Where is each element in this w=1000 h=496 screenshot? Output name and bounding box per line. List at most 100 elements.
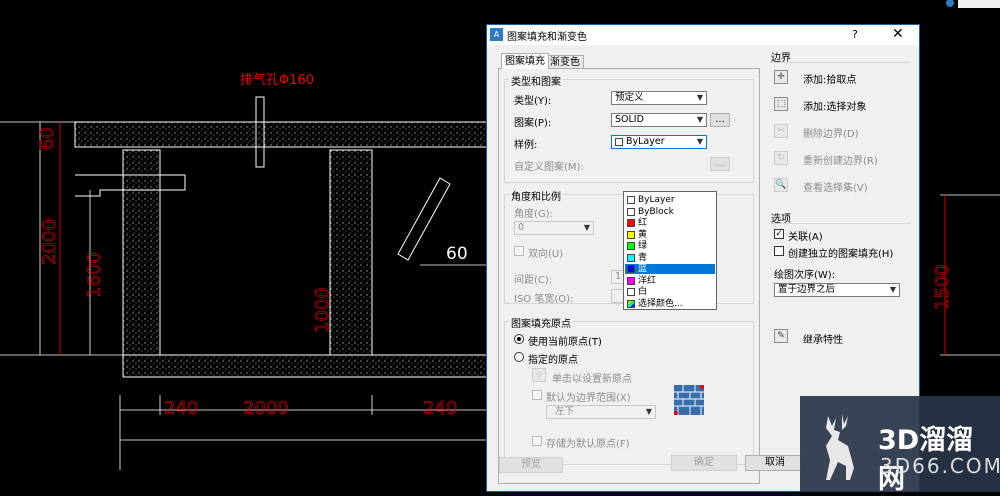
dialog-titlebar[interactable]: A 图案填充和渐变色 ? ✕ — [487, 25, 919, 45]
color-option[interactable]: 洋红 — [625, 276, 715, 286]
cancel-button[interactable]: 取消 — [745, 455, 805, 471]
top-slab — [74, 121, 496, 148]
add-select-objects-icon[interactable]: ⬚ — [774, 97, 788, 111]
separate-hatches-checkbox[interactable] — [774, 246, 784, 256]
associative-label: 关联(A) — [788, 232, 823, 243]
chevron-down-icon: ▼ — [889, 285, 896, 294]
use-current-origin-radio[interactable] — [514, 334, 524, 344]
chevron-down-icon: ▼ — [583, 223, 590, 232]
color-swatch-icon — [627, 253, 635, 262]
swatch-value: ByLayer — [626, 136, 665, 147]
dim-1500-vertical: 1500 — [932, 264, 953, 310]
type-value: 预定义 — [615, 92, 644, 103]
color-swatch-icon — [627, 265, 635, 273]
bottom-slab — [122, 354, 496, 378]
dim-2000-horizontal: 2000 — [243, 398, 289, 419]
specified-origin-label: 指定的原点 — [528, 355, 578, 366]
view-selections-icon[interactable]: 🔍 — [774, 178, 788, 192]
color-swatch-icon — [627, 219, 635, 227]
swatch-square-icon — [615, 138, 623, 146]
iso-pen-label: ISO 笔宽(O): — [514, 294, 574, 305]
preview-button[interactable]: 预览 — [499, 457, 563, 473]
view-selections-button[interactable]: 查看选择集(V) — [803, 179, 868, 194]
deer-logo-icon — [826, 414, 854, 480]
origin-position-combo[interactable]: 左下 ▼ — [546, 405, 656, 419]
origin-position-value: 左下 — [555, 406, 575, 417]
dialog-title: 图案填充和渐变色 — [507, 32, 587, 43]
color-option-label: 青 — [638, 252, 648, 263]
remove-boundaries-button[interactable]: 删除边界(D) — [803, 125, 859, 140]
pattern-combo[interactable]: SOLID ▼ — [611, 113, 707, 127]
draw-order-label: 绘图次序(W): — [774, 270, 836, 281]
draw-order-value: 置于边界之后 — [778, 284, 836, 295]
tab-hatch[interactable]: 图案填充 — [501, 53, 549, 69]
color-option[interactable]: 黄 — [625, 230, 715, 240]
watermark-url: 3D66.COM — [880, 454, 1000, 478]
add-select-objects-button[interactable]: 添加:选择对象 — [803, 98, 866, 113]
origin-preview-brick-icon — [674, 385, 704, 415]
click-set-origin-label: 单击以设置新原点 — [552, 374, 632, 385]
close-button[interactable]: ✕ — [892, 26, 904, 42]
custom-browse-button[interactable]: ... — [710, 157, 730, 171]
color-option[interactable]: 白 — [625, 287, 715, 297]
pattern-browse-button[interactable]: ... — [710, 113, 730, 127]
color-option-label: 白 — [638, 287, 648, 297]
angle-scale-group-title: 角度和比例 — [509, 188, 563, 203]
color-option[interactable]: 绿 — [625, 241, 715, 251]
middle-wall — [329, 149, 373, 356]
store-default-origin-checkbox[interactable] — [532, 436, 542, 446]
color-option-label: 绿 — [638, 241, 648, 251]
recreate-boundary-icon[interactable]: ↻ — [774, 151, 788, 165]
type-pattern-group: 类型和图案 类型(Y): 预定义 ▼ 图案(P): SOLID ▼ ... 样例: … — [504, 73, 754, 183]
double-checkbox[interactable] — [514, 246, 524, 256]
color-option[interactable]: 红 — [625, 218, 715, 228]
type-label: 类型(Y): — [514, 96, 552, 107]
default-extent-label: 默认为边界范围(X) — [546, 393, 631, 404]
double-label: 双向(U) — [528, 249, 564, 260]
dim-1600-vertical: 1600 — [84, 252, 105, 298]
hatch-origin-group-title: 图案填充原点 — [509, 315, 573, 330]
draw-order-combo[interactable]: 置于边界之后 ▼ — [774, 283, 900, 297]
pattern-value: SOLID — [615, 114, 644, 125]
associative-checkbox[interactable]: ✓ — [774, 229, 784, 239]
swatch-label: 样例: — [514, 140, 538, 151]
vent-label: 排气孔Φ160 — [240, 72, 314, 88]
left-wall — [122, 149, 161, 356]
color-option-label: ByBlock — [638, 206, 674, 217]
color-option[interactable]: 蓝 — [625, 264, 715, 274]
color-option[interactable]: 选择颜色... — [625, 299, 715, 309]
help-button[interactable]: ? — [852, 28, 858, 41]
hatch-origin-group: 图案填充原点 使用当前原点(T) 指定的原点 ⊹ 单击以设置新原点 默认为边界范… — [504, 315, 754, 465]
add-pick-points-button[interactable]: 添加:拾取点 — [803, 71, 856, 86]
pattern-label: 图案(P): — [514, 118, 552, 129]
swatch-color-combo[interactable]: ByLayer ▼ — [611, 135, 707, 149]
default-extent-checkbox[interactable] — [532, 390, 542, 400]
color-option[interactable]: 青 — [625, 253, 715, 263]
angle-combo[interactable]: 0 ▼ — [514, 221, 594, 235]
color-swatch-icon — [627, 207, 635, 216]
color-dropdown-list[interactable]: ByLayer ByBlock 红黄绿青蓝洋红白选择颜色... — [623, 191, 717, 310]
ok-button[interactable]: 确定 — [671, 455, 737, 471]
color-option[interactable]: ByLayer — [625, 195, 715, 205]
tab-gradient[interactable]: 渐变色 — [546, 55, 584, 69]
color-option-label: 红 — [638, 218, 648, 228]
watermark-logo: 3D溜溜网 3D66.COM — [800, 396, 1000, 495]
specified-origin-radio[interactable] — [514, 352, 524, 362]
recreate-boundary-button[interactable]: 重新创建边界(R) — [803, 152, 878, 167]
chevron-down-icon: ▼ — [696, 93, 703, 102]
chevron-down-icon: ▼ — [696, 115, 703, 124]
color-option-label: 黄 — [638, 229, 648, 240]
separate-hatches-label: 创建独立的图案填充(H) — [788, 249, 894, 260]
inherit-properties-button[interactable]: 继承特性 — [803, 331, 843, 346]
color-swatch-icon — [627, 299, 635, 308]
type-combo[interactable]: 预定义 ▼ — [611, 91, 707, 105]
color-swatch-icon — [627, 288, 635, 296]
add-pick-points-icon[interactable]: ✛ — [774, 70, 788, 84]
color-swatch-icon — [627, 230, 635, 239]
click-set-origin-icon[interactable]: ⊹ — [532, 368, 546, 382]
color-option[interactable]: ByBlock — [625, 207, 715, 217]
spacing-value: 1 — [615, 271, 622, 282]
remove-boundaries-icon[interactable]: ✂ — [774, 124, 788, 138]
color-option-label: 洋红 — [638, 275, 657, 286]
inherit-properties-icon[interactable]: ✎ — [774, 329, 788, 343]
